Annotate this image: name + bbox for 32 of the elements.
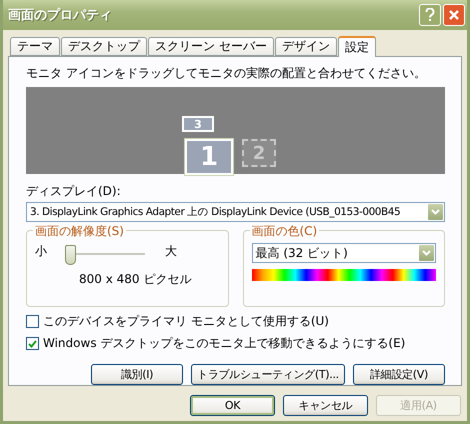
tab[interactable]: デザイン [274, 37, 337, 56]
chevron-down-icon [418, 244, 435, 262]
help-icon [425, 8, 435, 22]
slider-thumb[interactable] [65, 245, 76, 265]
resolution-reading: 800 x 480 ピクセル [79, 271, 192, 288]
tab[interactable]: スクリーン セーバー [148, 37, 274, 56]
slider-max-label: 大 [165, 243, 177, 260]
checkmark-icon [28, 340, 37, 348]
dialog-button[interactable]: キャンセル [283, 395, 368, 416]
color-dropdown[interactable]: 最高 (32 ビット) [252, 243, 436, 263]
panel-button[interactable]: トラブルシューティング(T)... [191, 364, 345, 385]
tab[interactable]: デスクトップ [61, 37, 147, 56]
window-title: 画面のプロパティ [8, 6, 113, 24]
checkbox[interactable] [26, 315, 39, 328]
tab[interactable]: 設定 [338, 36, 376, 57]
group-title: 画面の解像度(S) [33, 223, 126, 240]
slider-min-label: 小 [35, 243, 47, 260]
tab[interactable]: テーマ [10, 37, 60, 56]
close-icon [448, 9, 460, 21]
display-dropdown[interactable]: 3. DisplayLink Graphics Adapter 上の DisplayLink Device (USB_0153-000B45 [26, 202, 445, 222]
help-button[interactable] [419, 4, 441, 26]
close-button[interactable] [443, 4, 465, 26]
panel-button[interactable]: 識別(I) [91, 364, 183, 385]
chevron-down-icon [427, 203, 444, 221]
checkbox-option[interactable]: Windows デスクトップをこのモニタ上で移動できるようにする(E) [26, 335, 445, 352]
checkbox-option[interactable]: このデバイスをプライマリ モニタとして使用する(U) [26, 313, 445, 330]
group-title: 画面の色(C) [250, 223, 320, 240]
dialog-button[interactable]: OK [190, 395, 275, 416]
instruction-text: モニタ アイコンをドラッグしてモニタの実際の配置と合わせてください。 [26, 65, 427, 82]
panel-button[interactable]: 詳細設定(V) [353, 364, 445, 385]
checkbox[interactable] [26, 337, 39, 350]
display-label: ディスプレイ(D): [26, 183, 122, 200]
